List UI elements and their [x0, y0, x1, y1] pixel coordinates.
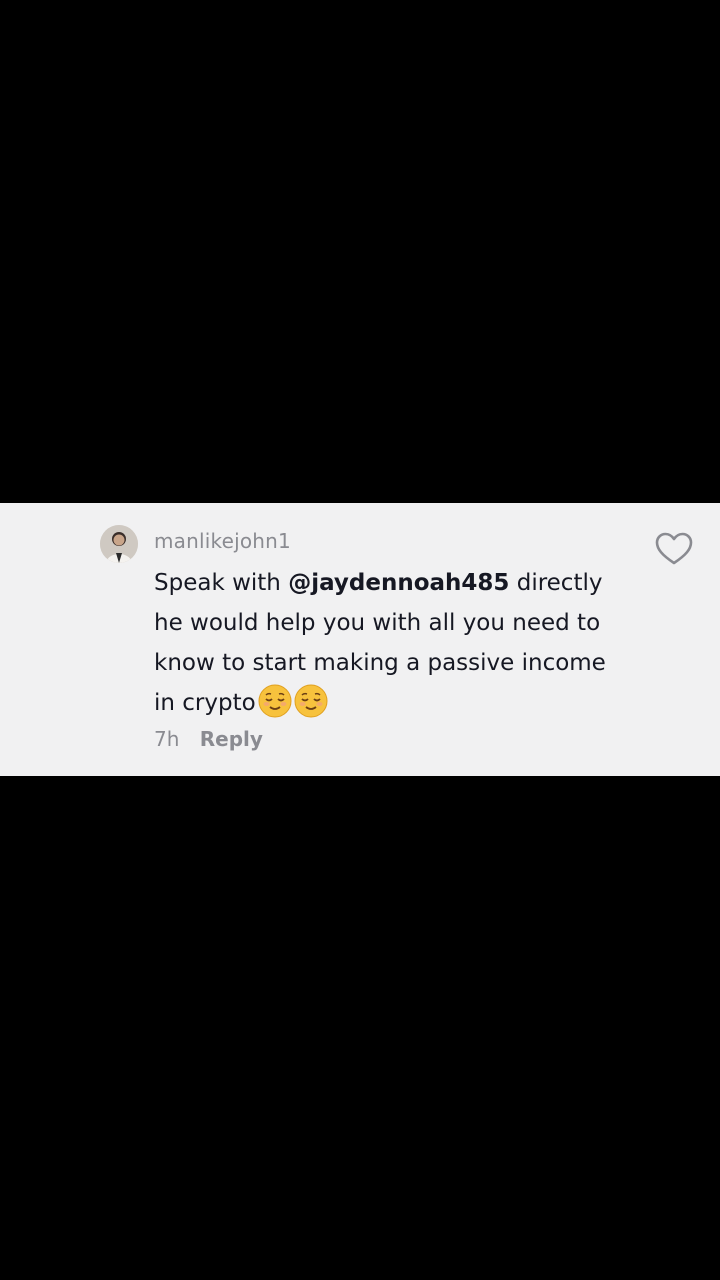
comment-text-start: Speak with	[154, 570, 289, 596]
video-frame: manlikejohn1 Speak with @jaydennoah485 d…	[0, 0, 720, 1280]
avatar[interactable]	[100, 525, 138, 563]
reply-button[interactable]: Reply	[200, 727, 263, 751]
heart-outline-icon	[655, 532, 693, 565]
mention-link[interactable]: @jaydennoah485	[288, 570, 509, 596]
comment-card: manlikejohn1 Speak with @jaydennoah485 d…	[0, 503, 720, 776]
relieved-face-emoji	[294, 684, 328, 718]
comment-username[interactable]: manlikejohn1	[154, 529, 291, 553]
comment-meta: 7h Reply	[154, 727, 263, 751]
like-button[interactable]	[654, 531, 694, 567]
relieved-face-emoji	[258, 684, 292, 718]
comment-timestamp: 7h	[154, 727, 180, 751]
comment-body: Speak with @jaydennoah485 directly he wo…	[154, 563, 624, 723]
avatar-image	[100, 525, 138, 563]
